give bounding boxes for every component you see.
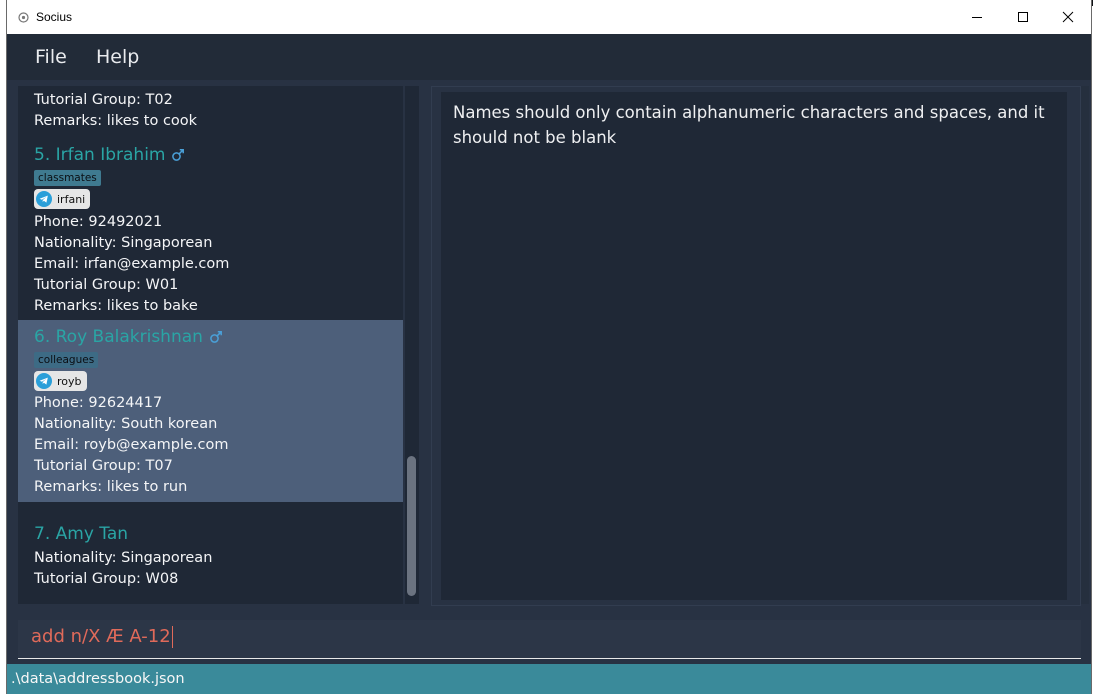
menu-help[interactable]: Help: [96, 46, 139, 68]
telegram-handle: royb: [57, 374, 82, 388]
window-title: Socius: [36, 10, 73, 24]
text-caret: [171, 626, 173, 648]
person-email: Email: irfan@example.com: [34, 256, 230, 272]
telegram-badge: irfani: [34, 189, 91, 209]
panel-divider[interactable]: [420, 86, 430, 604]
male-icon: [172, 149, 185, 161]
menu-file[interactable]: File: [35, 46, 67, 68]
app-icon: [18, 12, 29, 23]
telegram-badge: royb: [34, 371, 87, 391]
person-tutorial-group: Tutorial Group: T07: [34, 458, 173, 474]
person-nationality: Nationality: South korean: [34, 416, 218, 432]
person-nationality: Nationality: Singaporean: [34, 235, 213, 251]
title-bar[interactable]: Socius: [7, 0, 1091, 34]
command-text-wrap: add n/X Æ A-12: [31, 626, 173, 648]
person-list[interactable]: Tutorial Group: T02 Remarks: likes to co…: [18, 86, 403, 604]
main-area: Tutorial Group: T02 Remarks: likes to co…: [7, 80, 1091, 610]
person-tutorial-group: Tutorial Group: W01: [34, 277, 179, 293]
save-location: .\data\addressbook.json: [11, 671, 185, 687]
status-bar: .\data\addressbook.json: [7, 664, 1091, 694]
tag-badge: classmates: [34, 170, 101, 186]
person-name: 6. Roy Balakrishnan: [34, 327, 203, 347]
maximize-icon: [1018, 12, 1028, 22]
person-remarks: Remarks: likes to cook: [34, 113, 198, 129]
person-remarks: Remarks: likes to run: [34, 479, 188, 495]
person-name: 7. Amy Tan: [34, 524, 129, 544]
app-window: Socius File Help Tutorial Group: T02 Rem…: [7, 0, 1091, 694]
person-phone: Phone: 92624417: [34, 395, 163, 411]
result-scrollbar[interactable]: [1081, 86, 1089, 604]
person-card-selected[interactable]: 6. Roy Balakrishnan colleagues royb Phon…: [18, 320, 403, 502]
person-card[interactable]: 5. Irfan Ibrahim classmates irfani Phone…: [18, 138, 403, 320]
command-input[interactable]: add n/X Æ A-12: [18, 620, 1081, 659]
person-remarks: Remarks: likes to bake: [34, 298, 198, 314]
close-icon: [1062, 11, 1074, 23]
command-text: add n/X Æ A-12: [31, 626, 171, 647]
telegram-handle: irfani: [57, 192, 86, 206]
person-tutorial-group: Tutorial Group: W08: [34, 571, 179, 587]
command-area: add n/X Æ A-12: [7, 610, 1091, 664]
person-nationality: Nationality: Singaporean: [34, 550, 213, 566]
person-card[interactable]: 7. Amy Tan Nationality: Singaporean Tuto…: [18, 502, 403, 604]
person-tutorial-group: Tutorial Group: T02: [34, 92, 173, 108]
person-email: Email: royb@example.com: [34, 437, 229, 453]
person-name-wrap: 5. Irfan Ibrahim: [34, 145, 185, 165]
result-message: Names should only contain alphanumeric c…: [453, 103, 1045, 147]
maximize-button[interactable]: [1000, 0, 1046, 34]
person-name-wrap: 6. Roy Balakrishnan: [34, 327, 223, 347]
person-phone: Phone: 92492021: [34, 214, 163, 230]
close-button[interactable]: [1045, 0, 1091, 34]
telegram-icon: [36, 191, 52, 207]
result-display: Names should only contain alphanumeric c…: [441, 92, 1067, 600]
telegram-icon: [36, 373, 52, 389]
minimize-icon: [972, 17, 982, 18]
menu-bar: File Help: [7, 34, 1091, 80]
minimize-button[interactable]: [954, 0, 1000, 34]
person-card[interactable]: Tutorial Group: T02 Remarks: likes to co…: [18, 86, 403, 138]
male-icon: [210, 331, 222, 343]
tag-badge: colleagues: [34, 352, 99, 368]
person-name: 5. Irfan Ibrahim: [34, 145, 166, 165]
person-list-scrollbar-thumb[interactable]: [407, 456, 416, 596]
